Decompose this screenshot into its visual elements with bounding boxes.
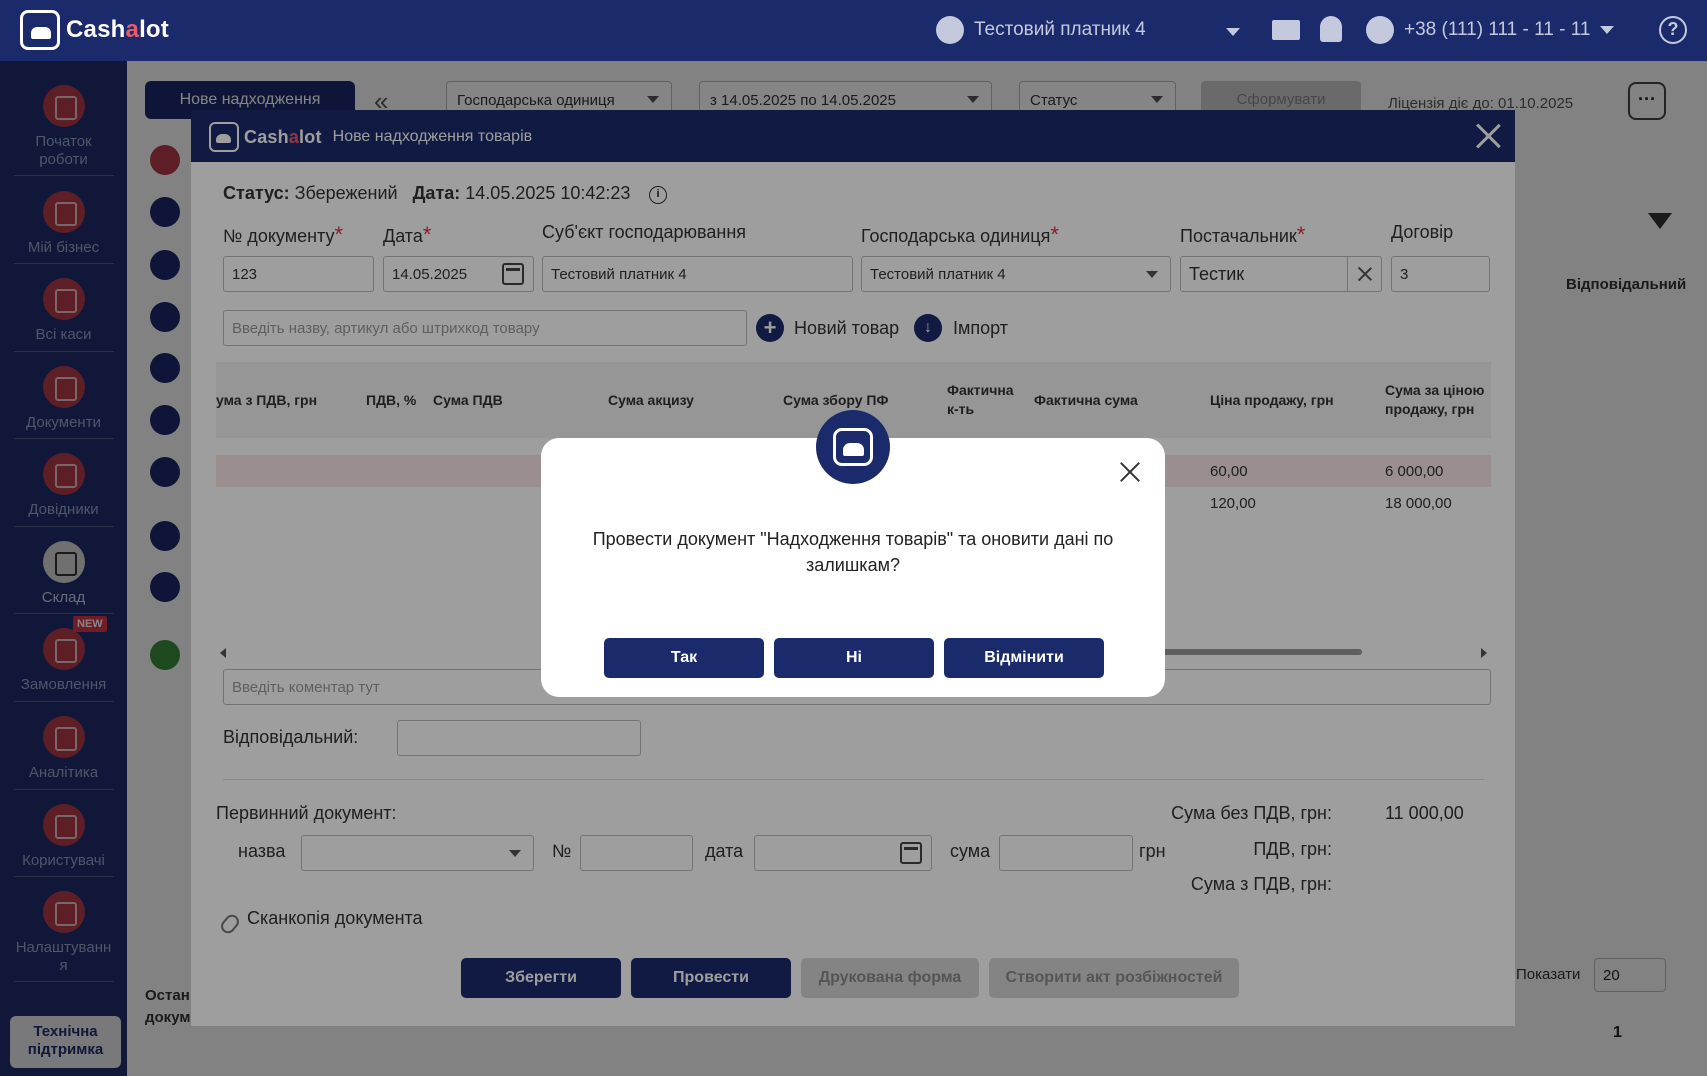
logo-mark bbox=[833, 428, 873, 466]
chevron-down-icon bbox=[1600, 26, 1615, 34]
user-menu[interactable]: +38 (111) 111 - 11 - 11 bbox=[1366, 16, 1615, 44]
dialog-logo-icon bbox=[816, 410, 890, 484]
yes-button[interactable]: Так bbox=[604, 638, 764, 678]
home-icon bbox=[936, 16, 964, 44]
brand-name: Cashalot bbox=[66, 16, 169, 43]
business-name: Тестовий платник 4 bbox=[974, 19, 1146, 40]
close-icon[interactable] bbox=[1118, 460, 1142, 484]
app-logo[interactable]: Cashalot bbox=[20, 10, 169, 50]
logo-icon bbox=[20, 10, 60, 50]
top-bar: Cashalot Тестовий платник 4 +38 (111) 11… bbox=[0, 0, 1707, 61]
bell-icon[interactable] bbox=[1320, 16, 1342, 42]
user-icon bbox=[1366, 16, 1394, 44]
business-selector[interactable]: Тестовий платник 4 bbox=[936, 16, 1146, 44]
mail-icon[interactable] bbox=[1272, 20, 1300, 40]
chevron-down-icon[interactable] bbox=[1226, 28, 1240, 36]
no-button[interactable]: Ні bbox=[774, 638, 934, 678]
cancel-button[interactable]: Відмінити bbox=[944, 638, 1104, 678]
user-phone: +38 (111) 111 - 11 - 11 bbox=[1404, 19, 1591, 40]
help-icon[interactable]: ? bbox=[1659, 16, 1687, 44]
dialog-message: Провести документ "Надходження товарів" … bbox=[592, 529, 1114, 575]
modal-header-overlay bbox=[191, 110, 1515, 162]
